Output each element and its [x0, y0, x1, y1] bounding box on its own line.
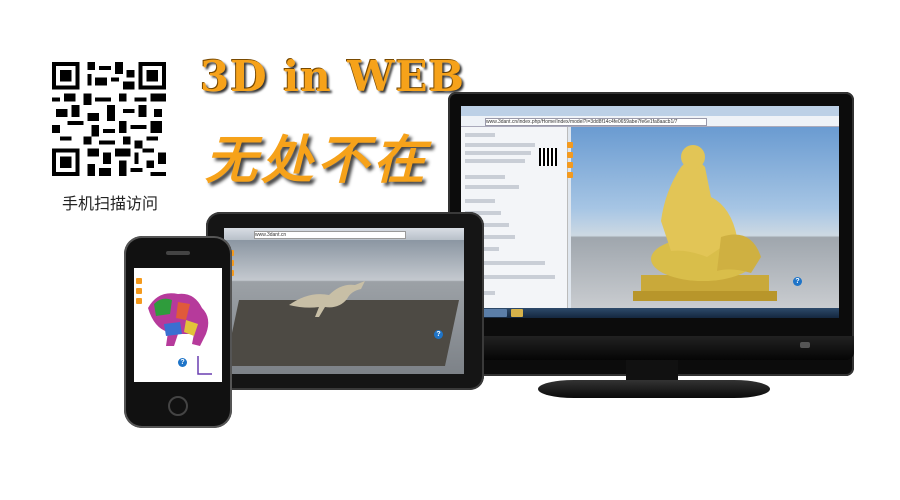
- subline: 无处不在: [205, 130, 430, 191]
- monitor-screen: www.3dant.cn/index.php/Home/Index/model?…: [461, 106, 839, 318]
- address-bar[interactable]: www.3dant.cn/index.php/Home/Index/model?…: [485, 118, 707, 126]
- panel-text-line: [465, 199, 495, 203]
- toolbar-button[interactable]: [136, 278, 142, 284]
- panel-qr-code: [539, 148, 557, 166]
- toolbar-button[interactable]: [136, 288, 142, 294]
- browser-toolbar: www.3dant.cn/index.php/Home/Index/model?…: [461, 116, 839, 127]
- monitor-base: [538, 380, 770, 398]
- browser-titlebar: [461, 106, 839, 116]
- toolbar-button[interactable]: [567, 152, 573, 158]
- toolbar-button[interactable]: [567, 162, 573, 168]
- phone-speaker: [166, 251, 190, 255]
- toolbar-button[interactable]: [136, 298, 142, 304]
- tablet-3d-viewport[interactable]: ?: [224, 240, 464, 374]
- panel-text-line: [465, 133, 495, 137]
- help-icon[interactable]: ?: [793, 277, 802, 286]
- 3d-viewport[interactable]: ?: [571, 127, 839, 308]
- monitor-chin: [448, 336, 854, 360]
- tablet-address-bar[interactable]: www.3dant.cn: [254, 231, 406, 239]
- panel-text-line: [465, 151, 531, 155]
- tablet-browser-bar: www.3dant.cn: [224, 228, 464, 240]
- panel-text-line: [465, 185, 519, 189]
- qr-code: [52, 62, 166, 176]
- headline: 3D in WEB: [200, 52, 466, 101]
- monitor-power-light: [800, 342, 810, 348]
- taskbar: [461, 308, 839, 318]
- panel-text-line: [465, 159, 525, 163]
- toolbar-button[interactable]: [567, 142, 573, 148]
- toolbar-button[interactable]: [567, 172, 573, 178]
- folder-icon[interactable]: [511, 309, 523, 317]
- qr-caption: 手机扫描访问: [61, 194, 158, 213]
- help-icon[interactable]: ?: [178, 358, 187, 367]
- dinosaur-model: [289, 281, 365, 317]
- panel-text-line: [465, 175, 505, 179]
- tablet-screen: www.3dant.cn ?: [224, 228, 464, 374]
- help-icon[interactable]: ?: [434, 330, 443, 339]
- phone-screen: ?: [134, 268, 222, 382]
- home-button[interactable]: [168, 396, 188, 416]
- monitor-neck: [626, 360, 678, 382]
- panel-text-line: [465, 143, 535, 147]
